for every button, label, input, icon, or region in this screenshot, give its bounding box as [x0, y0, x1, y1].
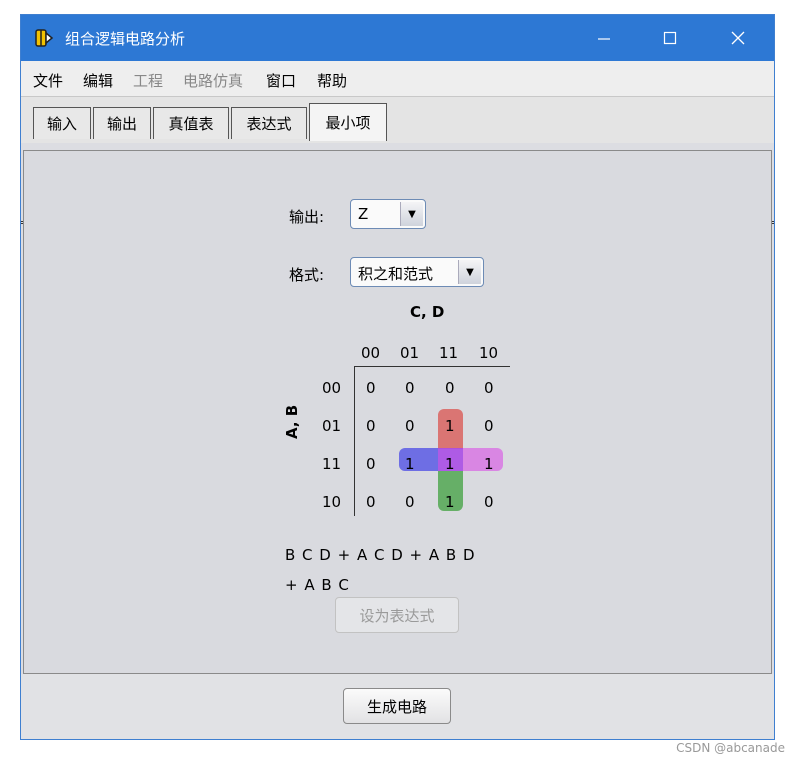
tab-truth-table-label: 真值表: [168, 115, 214, 133]
watermark-text: CSDN @abcanade: [676, 741, 785, 755]
tab-output[interactable]: 输出: [93, 107, 151, 139]
window-title: 组合逻辑电路分析: [65, 30, 186, 48]
tab-output-label: 输出: [106, 115, 137, 133]
tab-minterms-label: 最小项: [325, 114, 371, 132]
close-button[interactable]: [715, 15, 761, 61]
output-label: 输出:: [289, 208, 325, 226]
tab-truth-table[interactable]: 真值表: [153, 107, 229, 139]
kmap-cell: 0: [484, 379, 494, 397]
kmap-cell: 0: [405, 493, 415, 511]
kmap-cell: 1: [445, 493, 455, 511]
menu-project[interactable]: 工程: [133, 70, 163, 91]
tab-input[interactable]: 输入: [33, 107, 91, 139]
tab-minterms[interactable]: 最小项: [309, 103, 387, 141]
format-select[interactable]: 积之和范式 ▼: [350, 257, 484, 287]
menu-file[interactable]: 文件: [33, 70, 63, 91]
kmap-cell: 0: [366, 379, 376, 397]
menu-window[interactable]: 窗口: [266, 70, 296, 91]
expression-line-2: + A B C: [285, 576, 350, 594]
kmap-cell: 1: [405, 455, 415, 473]
kmap-col-header: 10: [479, 344, 499, 362]
kmap-left-rule: [354, 366, 355, 516]
set-expression-button-label: 设为表达式: [359, 606, 435, 625]
minimize-icon: [598, 38, 610, 40]
set-expression-button[interactable]: 设为表达式: [335, 597, 459, 633]
footer-bar: 生成电路: [21, 674, 774, 739]
chevron-down-icon: ▼: [458, 260, 481, 284]
kmap-row-var-label: A, B: [283, 404, 301, 439]
kmap-row-header: 10: [322, 493, 342, 511]
menu-help[interactable]: 帮助: [317, 70, 347, 91]
kmap-row-header: 00: [322, 379, 342, 397]
kmap-col-header: 01: [400, 344, 420, 362]
menu-simulate[interactable]: 电路仿真: [183, 70, 243, 91]
build-circuit-button-label: 生成电路: [366, 697, 427, 716]
kmap-col-header: 11: [439, 344, 459, 362]
format-select-value: 积之和范式: [358, 265, 434, 283]
tab-input-label: 输入: [46, 115, 77, 133]
kmap-cell: 0: [405, 379, 415, 397]
kmap-col-var-label: C, D: [410, 303, 445, 321]
menu-bar: 文件 编辑 工程 电路仿真 窗口 帮助: [21, 61, 774, 97]
kmap-row-header: 01: [322, 417, 342, 435]
kmap-cell: 0: [366, 417, 376, 435]
tab-expression[interactable]: 表达式: [231, 107, 307, 139]
chevron-down-icon: ▼: [400, 202, 423, 226]
maximize-button[interactable]: [647, 15, 693, 61]
output-select-value: Z: [358, 205, 369, 223]
tab-bar: 输入 输出 真值表 表达式 最小项: [21, 97, 774, 224]
kmap-col-header: 00: [361, 344, 381, 362]
kmap-cell: 1: [445, 455, 455, 473]
format-label: 格式:: [289, 266, 325, 284]
tab-expression-label: 表达式: [246, 115, 292, 133]
minterms-panel: 输出: Z ▼ 格式: 积之和范式 ▼ C, D A, B 00 01 11 1…: [23, 150, 772, 674]
kmap-cell: 1: [445, 417, 455, 435]
build-circuit-button[interactable]: 生成电路: [343, 688, 451, 724]
kmap-cell: 0: [484, 417, 494, 435]
maximize-icon: [663, 31, 677, 45]
close-icon: [731, 31, 745, 45]
expression-line-1: B C D + A C D + A B D: [285, 546, 476, 564]
kmap-cell: 1: [484, 455, 494, 473]
title-bar: 组合逻辑电路分析: [21, 15, 774, 61]
kmap-cell: 0: [445, 379, 455, 397]
kmap-row-header: 11: [322, 455, 342, 473]
kmap-cell: 0: [405, 417, 415, 435]
output-select[interactable]: Z ▼: [350, 199, 426, 229]
kmap-top-rule: [354, 366, 510, 367]
minimize-button[interactable]: [581, 15, 627, 61]
kmap-cell: 0: [366, 455, 376, 473]
app-logo-icon: [35, 29, 54, 47]
menu-edit[interactable]: 编辑: [83, 70, 113, 91]
kmap-cell: 0: [366, 493, 376, 511]
kmap-cell: 0: [484, 493, 494, 511]
app-window: 组合逻辑电路分析 文件 编辑 工程 电路仿真 窗口 帮助 输入 输出 真值表 表…: [20, 14, 775, 740]
